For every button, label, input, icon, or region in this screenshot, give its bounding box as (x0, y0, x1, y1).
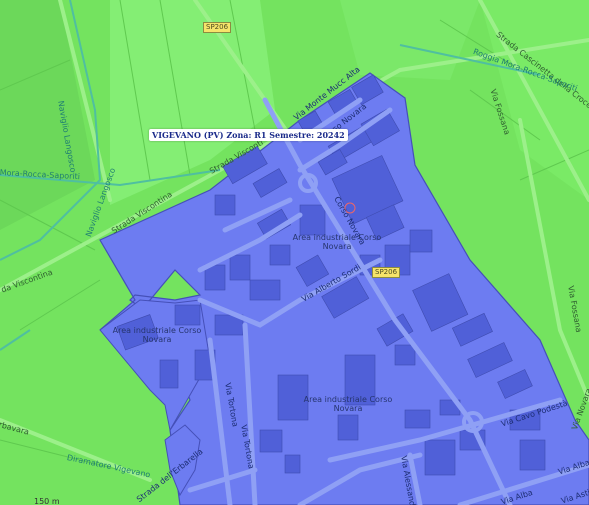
area-label-industriale-3: Area industriale Corso Novara (303, 395, 393, 413)
map-view[interactable]: Strada Cascinetta della Croce Roggia Mor… (0, 0, 589, 505)
road-shield-sp206: SP206 (203, 22, 232, 33)
area-label-industriale-1: Area industriale Corso Novara (292, 233, 382, 251)
map-canvas (0, 0, 589, 505)
road-shield-sp206: SP206 (372, 267, 401, 278)
area-label-industriale-2: Area industriale Corso Novara (112, 326, 202, 344)
scale-text: 150 m (34, 497, 60, 505)
zone-info-label[interactable]: VIGEVANO (PV) Zona: R1 Semestre: 20242 (149, 129, 348, 141)
